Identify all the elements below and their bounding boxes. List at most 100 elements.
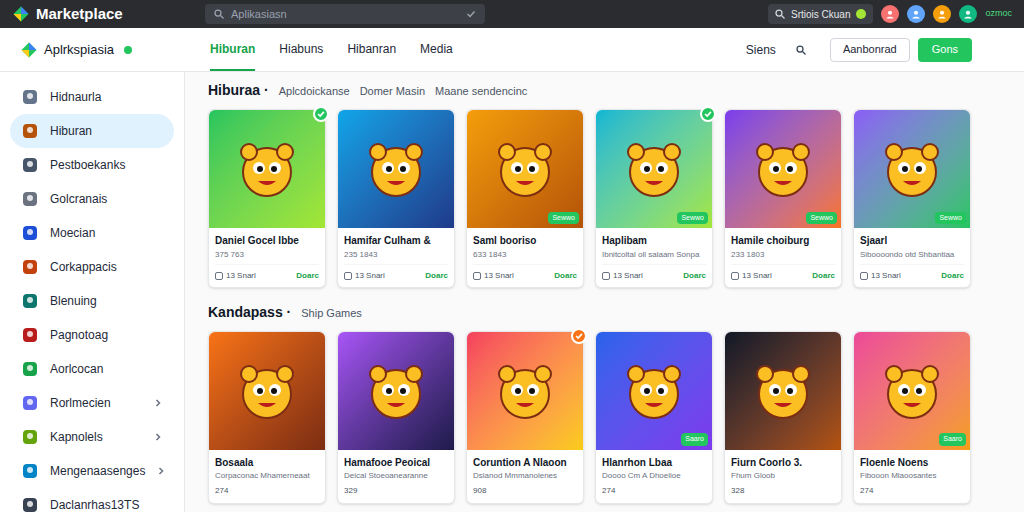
app-artwork — [209, 332, 325, 450]
search-icon[interactable] — [794, 43, 808, 57]
sidebar-item[interactable]: Pestboekanks — [10, 148, 174, 182]
primary-button[interactable]: Gons — [918, 38, 972, 62]
sidebar-item[interactable]: Golcranais — [10, 182, 174, 216]
sidebar-item[interactable]: Aorlcocan — [10, 352, 174, 386]
section-subtitle[interactable]: Domer Masin — [360, 83, 425, 100]
app-title: Marketplace — [36, 3, 123, 26]
card-body: Coruntion A NlaoonDsianod Mmmanolenes — [467, 450, 583, 486]
card-footer: 13 Snarl Doarc — [860, 264, 964, 287]
app-card[interactable]: Fiurn Coorlo 3.Fhum Gloob328 — [724, 331, 842, 505]
card-footer: 274 — [215, 485, 319, 503]
app-card[interactable]: Hamifar Culham &235 1843 13 Snarl Doarc — [337, 109, 455, 288]
app-card[interactable]: SewwoHaplibamIbnitcoltal oll salaam Sonp… — [595, 109, 713, 288]
app-artwork — [338, 332, 454, 450]
outline-button[interactable]: Aanbonrad — [830, 38, 910, 62]
card-body: Hamifar Culham &235 1843 — [338, 228, 454, 264]
card-footer: 13 Snarl Doarc — [473, 264, 577, 287]
app-card[interactable]: SewwoSaml booriso633 184313 SnarlDoarc — [466, 109, 584, 288]
app-title: Fiurn Coorlo 3. — [731, 457, 835, 470]
signin-link[interactable]: Siens — [746, 41, 776, 59]
app-artwork: Sewwo — [596, 110, 712, 228]
section-title: Kandapass · — [208, 302, 291, 323]
install-link[interactable]: Doarc — [812, 270, 835, 282]
app-subtitle: Siboooondo otd Shbantiaa — [860, 250, 964, 260]
app-subtitle: 233 1803 — [731, 250, 835, 260]
tab[interactable]: Hiabuns — [279, 28, 323, 71]
card-footer: 13 Snarl Doarc — [344, 264, 448, 287]
app-title: Bosaala — [215, 457, 319, 470]
app-subtitle: Ibnitcoltal oll salaam Sonpa — [602, 250, 706, 260]
sidebar-item[interactable]: Mengenaasenges — [10, 454, 174, 488]
app-title: Sjaarl — [860, 235, 964, 248]
top-right-search[interactable]: Srtiois Ckuan — [768, 4, 873, 24]
category-icon — [22, 497, 38, 512]
avatar-icon[interactable] — [959, 5, 977, 23]
store-logo-icon — [20, 41, 38, 59]
meta-icon — [860, 272, 868, 280]
status-text: ozmoc — [985, 7, 1012, 21]
sidebar-item[interactable]: Corkappacis — [10, 250, 174, 284]
card-meta: 13 Snarl — [344, 270, 385, 282]
section-subtitle[interactable]: Ship Games — [301, 305, 362, 322]
search-input[interactable] — [231, 6, 459, 23]
app-meta: 13 Snarl — [355, 270, 385, 282]
card-meta: 13 Snarl — [473, 270, 514, 282]
app-card[interactable]: BosaalaCorpaconac Mhamerneaat274 — [208, 331, 326, 505]
app-title: Floenle Noens — [860, 457, 964, 470]
install-link[interactable]: Doarc — [425, 270, 448, 282]
avatar-icon[interactable] — [933, 5, 951, 23]
sidebar-item[interactable]: Blenuing — [10, 284, 174, 318]
top-search[interactable] — [205, 4, 485, 24]
sidebar-item[interactable]: Moecian — [10, 216, 174, 250]
avatar-icon[interactable] — [907, 5, 925, 23]
top-right-search-text: Srtiois Ckuan — [791, 7, 850, 22]
category-icon — [22, 361, 38, 377]
app-card[interactable]: Hamafooe PeoicalDeical Stoeoanearanne329 — [337, 331, 455, 505]
install-link[interactable]: Doarc — [941, 270, 964, 282]
card-body: HaplibamIbnitcoltal oll salaam Sonpa — [596, 228, 712, 264]
tab[interactable]: Hibanran — [347, 28, 396, 71]
sidebar-item[interactable]: Kapnolels — [10, 420, 174, 454]
chevron-icon[interactable] — [154, 433, 162, 441]
sidebar-label: Mengenaasenges — [50, 462, 145, 480]
chevron-icon[interactable] — [154, 399, 162, 407]
card-meta: 13 Snarl — [860, 270, 901, 282]
category-icon — [22, 157, 38, 173]
sidebar-item[interactable]: Hiburan — [10, 114, 174, 148]
install-link[interactable]: Doarc — [683, 270, 706, 282]
sidebar-item[interactable]: Rorlmecien — [10, 386, 174, 420]
avatar-icon[interactable] — [881, 5, 899, 23]
section-subtitle[interactable]: Aplcdoickanse — [279, 83, 350, 100]
meta-icon — [473, 272, 481, 280]
mascot-icon — [232, 356, 302, 426]
app-card[interactable]: Coruntion A NlaoonDsianod Mmmanolenes908 — [466, 331, 584, 505]
section-subtitle[interactable]: Maane sendencinc — [435, 83, 527, 100]
mascot-icon — [748, 356, 818, 426]
app-card[interactable]: SaaroFloenle NoensFibooon Mlaoosantes274 — [853, 331, 971, 505]
sidebar-item[interactable]: Pagnotoag — [10, 318, 174, 352]
tab[interactable]: Media — [420, 28, 453, 71]
app-card[interactable]: Daniel Gocel Ibbe375 76313 SnarlDoarc — [208, 109, 326, 288]
sidebar-label: Aorlcocan — [50, 360, 162, 378]
sidebar-label: Pestboekanks — [50, 156, 162, 174]
app-card[interactable]: SewwoSjaarlSiboooondo otd Shbantiaa13 Sn… — [853, 109, 971, 288]
chevron-icon[interactable] — [157, 467, 165, 475]
app-meta: 13 Snarl — [226, 270, 256, 282]
install-link[interactable]: Doarc — [296, 270, 319, 282]
verified-badge-icon — [571, 328, 587, 344]
install-link[interactable]: Doarc — [554, 270, 577, 282]
card-footer: 13 SnarlDoarc — [731, 264, 835, 287]
app-card[interactable]: SaaroHlanrhon LbaaDoooo Cm A Dhoelioe274 — [595, 331, 713, 505]
tab[interactable]: Hiburan — [210, 28, 255, 71]
app-artwork: Saaro — [596, 332, 712, 450]
brand[interactable]: Marketplace — [12, 3, 205, 26]
app-subtitle: 235 1843 — [344, 250, 448, 260]
sidebar-label: Golcranais — [50, 190, 162, 208]
store-brand[interactable]: Aplrkspiasia — [0, 40, 185, 60]
meta-icon — [344, 272, 352, 280]
tab-label: Hibanran — [347, 40, 396, 58]
card-footer: 13 Snarl Doarc — [215, 264, 319, 287]
app-card[interactable]: SewwoHamile choiburg233 180313 SnarlDoar… — [724, 109, 842, 288]
sidebar-item[interactable]: Hidnaurla — [10, 80, 174, 114]
sidebar-item[interactable]: Daclanrhas13TS — [10, 488, 174, 512]
